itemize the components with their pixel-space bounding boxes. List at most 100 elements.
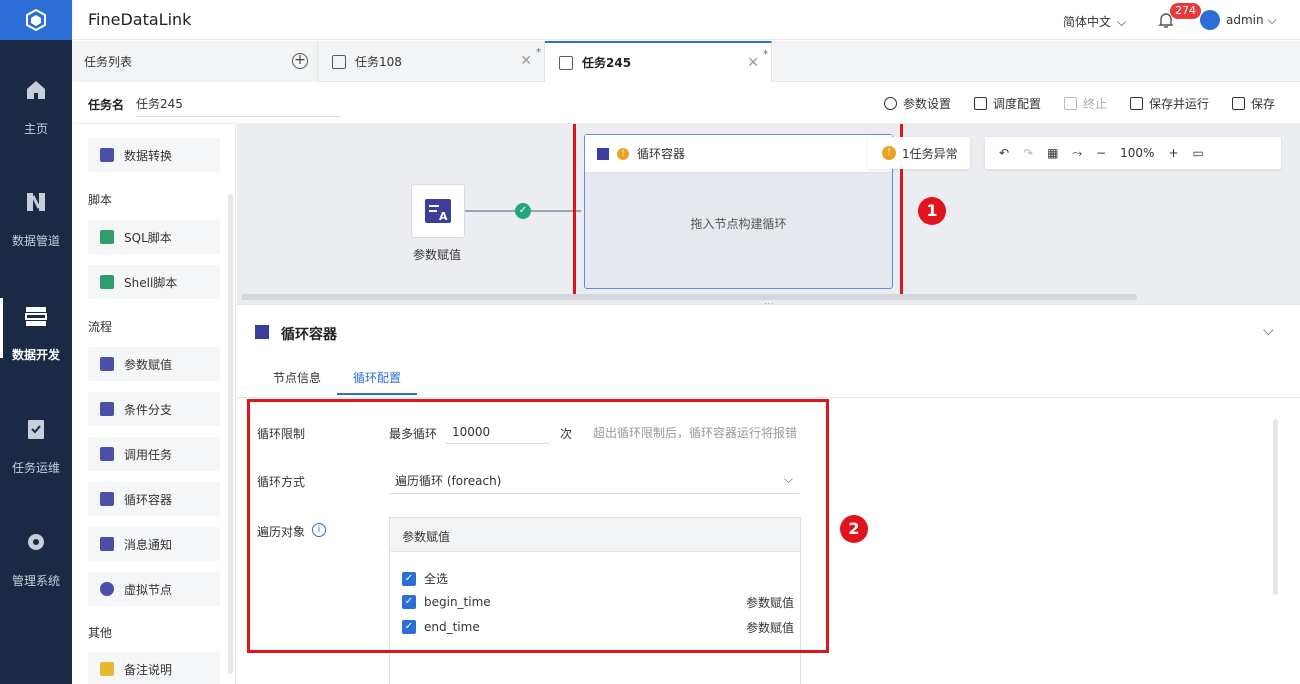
- dev-icon: [25, 307, 47, 326]
- tab-task245[interactable]: 任务245 ✕ *: [545, 41, 772, 82]
- nav-item-home[interactable]: 主页: [0, 78, 72, 137]
- component-sql[interactable]: SQL脚本: [88, 220, 220, 254]
- left-nav: 主页 数据管道 数据开发 任务运维 管理系统: [0, 0, 72, 684]
- component-loop[interactable]: 循环容器: [88, 482, 220, 516]
- component-virtual[interactable]: 虚拟节点: [88, 572, 220, 606]
- tab-bar: 任务列表 + 任务108 ✕ * 任务245 ✕ *: [72, 41, 1300, 82]
- warning-label: 1任务异常: [902, 146, 958, 161]
- terminal-icon: [100, 275, 114, 289]
- gear-icon: [28, 534, 44, 550]
- nav-label: 数据开发: [11, 348, 60, 362]
- minimap-icon[interactable]: ▭: [1193, 146, 1204, 160]
- component-data-transform[interactable]: 数据转换: [88, 138, 220, 172]
- schedule-config-button[interactable]: 调度配置: [974, 95, 1041, 112]
- pipeline-icon: [27, 193, 45, 211]
- clipboard-icon: [28, 420, 44, 439]
- nav-item-admin[interactable]: 管理系统: [0, 530, 72, 589]
- section-title: 其他: [88, 626, 113, 640]
- user-name: admin: [1226, 13, 1264, 27]
- user-menu[interactable]: admin ⌵: [1226, 13, 1277, 28]
- nav-item-ops[interactable]: 任务运维: [0, 417, 72, 476]
- redo-icon[interactable]: ↷: [1023, 146, 1033, 160]
- app-title: FineDataLink: [88, 10, 192, 29]
- zoom-level: 100%: [1120, 146, 1155, 160]
- language-select[interactable]: 简体中文 ⌵: [1063, 13, 1126, 30]
- button-label: 终止: [1083, 97, 1108, 111]
- param-settings-button[interactable]: 参数设置: [884, 95, 951, 112]
- param-icon: [100, 357, 114, 371]
- component-label: 消息通知: [124, 537, 173, 552]
- component-label: 虚拟节点: [124, 582, 173, 597]
- layout-icon[interactable]: ⤳: [1072, 146, 1082, 161]
- node-label: 参数赋值: [413, 248, 462, 262]
- stop-button[interactable]: 终止: [1064, 95, 1107, 112]
- sliders-icon: [974, 97, 987, 110]
- param-assign-node[interactable]: A: [411, 184, 465, 238]
- nav-item-dev[interactable]: 数据开发: [0, 298, 72, 363]
- close-icon[interactable]: ✕: [520, 53, 532, 69]
- sql-icon: [100, 230, 114, 244]
- save-and-run-button[interactable]: 保存并运行: [1130, 95, 1209, 112]
- nav-label: 数据管道: [11, 234, 60, 248]
- tab-task108[interactable]: 任务108 ✕ *: [318, 41, 545, 82]
- config-panel: 循环容器 ⌵ 节点信息 循环配置 循环限制 最多循环 10000 次 超出循环限…: [237, 304, 1300, 684]
- component-shell[interactable]: Shell脚本: [88, 265, 220, 299]
- zoom-in-icon[interactable]: +: [1168, 146, 1178, 160]
- call-task-icon: [100, 447, 114, 461]
- config-scrollbar[interactable]: [1273, 419, 1278, 595]
- component-param-assign[interactable]: 参数赋值: [88, 347, 220, 381]
- task-name-input[interactable]: 任务245: [136, 95, 340, 117]
- component-panel: 数据转换 脚本 SQL脚本 Shell脚本 流程 参数赋值 条件分支 调用任务 …: [72, 124, 236, 684]
- svg-text:A: A: [439, 210, 448, 223]
- active-tab-indicator: [337, 393, 417, 395]
- highlight-box: [247, 399, 829, 653]
- tab-label: 任务108: [355, 55, 402, 69]
- save-button[interactable]: 保存: [1232, 95, 1275, 112]
- loop-icon: [255, 325, 269, 339]
- nav-label: 管理系统: [11, 574, 60, 588]
- home-icon: [27, 81, 45, 99]
- loop-icon: [100, 492, 114, 506]
- button-label: 保存: [1251, 97, 1276, 111]
- component-notify[interactable]: 消息通知: [88, 527, 220, 561]
- component-note[interactable]: 备注说明: [88, 652, 220, 684]
- warning-icon: !: [882, 146, 896, 160]
- fit-view-icon[interactable]: ▦: [1047, 146, 1058, 160]
- tab-node-info[interactable]: 节点信息: [273, 369, 321, 386]
- button-label: 保存并运行: [1149, 97, 1210, 111]
- step-badge: 1: [918, 197, 946, 225]
- collapse-icon[interactable]: ⌵: [1263, 323, 1274, 339]
- canvas-controls: ↶ ↷ ▦ ⤳ − 100% + ▭: [985, 137, 1281, 169]
- zoom-out-icon[interactable]: −: [1096, 146, 1106, 160]
- component-label: 参数赋值: [124, 357, 173, 372]
- component-condition[interactable]: 条件分支: [88, 392, 220, 426]
- canvas-scrollbar[interactable]: [241, 294, 1137, 300]
- branch-icon: [100, 402, 114, 416]
- component-call-task[interactable]: 调用任务: [88, 437, 220, 471]
- component-label: 调用任务: [124, 447, 173, 462]
- flow-canvas[interactable]: A 参数赋值 ✓ ! 循环容器 拖入节点构建循环 ! 1任务异常 ↶ ↷ ▦ ⤳ …: [237, 124, 1300, 304]
- highlight-box: [573, 124, 903, 299]
- close-icon[interactable]: ✕: [747, 55, 759, 71]
- component-label: Shell脚本: [124, 275, 178, 290]
- undo-icon[interactable]: ↶: [999, 146, 1009, 160]
- panel-scrollbar[interactable]: [228, 194, 233, 674]
- add-task-icon[interactable]: +: [292, 53, 308, 69]
- stop-icon: [1064, 97, 1077, 110]
- tab-label: 任务245: [582, 56, 632, 70]
- section-title: 脚本: [88, 193, 113, 207]
- component-label: 条件分支: [124, 402, 173, 417]
- component-label: 循环容器: [124, 492, 173, 507]
- avatar[interactable]: [1200, 10, 1220, 30]
- nav-item-pipeline[interactable]: 数据管道: [0, 190, 72, 249]
- tab-loop-config[interactable]: 循环配置: [353, 369, 401, 386]
- note-icon: [100, 662, 114, 676]
- logo[interactable]: [0, 0, 72, 40]
- task-warning[interactable]: ! 1任务异常: [868, 137, 970, 169]
- notification-badge: 274: [1170, 3, 1201, 19]
- virtual-node-icon: [100, 582, 114, 596]
- task-name-label: 任务名: [88, 98, 125, 112]
- save-icon: [1232, 97, 1245, 110]
- param-assign-icon: A: [425, 199, 451, 223]
- task-icon: [559, 55, 573, 70]
